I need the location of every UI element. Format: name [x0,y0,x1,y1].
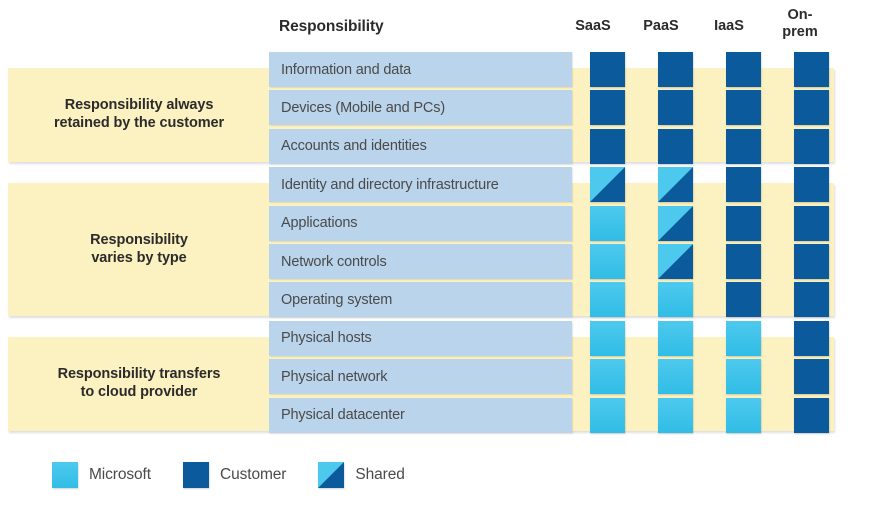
cell-customer [658,128,693,164]
group-label-line1: Responsibility always [64,97,214,113]
legend-swatch-shared-icon [318,462,345,488]
group-label-transfers-to-provider: Responsibility transfers to cloud provid… [14,365,264,401]
cell-microsoft [726,320,761,356]
table-row: Network controls [269,244,572,279]
column-header-saas: SaaS [573,18,613,35]
cell-customer [658,52,693,87]
group-label-line2: retained by the customer [53,115,225,131]
cell-shared [590,167,625,203]
cell-customer [726,244,761,279]
cell-customer [726,90,761,126]
row-label: Applications [281,215,358,232]
table-row: Devices (Mobile and PCs) [269,90,572,126]
table-row: Identity and directory infrastructure [269,167,572,203]
cell-customer [794,90,829,126]
legend: Microsoft Customer Shared [52,462,437,488]
column-header-onprem: On- prem [777,7,823,41]
cell-shared [658,244,693,279]
cell-microsoft [726,397,761,433]
cell-microsoft [590,244,625,279]
cell-shared [658,205,693,241]
cell-customer [794,128,829,164]
cell-customer [794,320,829,356]
cell-microsoft [590,397,625,433]
table-row: Operating system [269,282,572,318]
cell-microsoft [658,397,693,433]
cell-customer [794,359,829,395]
group-label-line2: to cloud provider [80,384,198,400]
group-label-line2: varies by type [91,250,187,266]
shared-responsibility-diagram: Responsibility SaaS PaaS IaaS On- prem R… [0,0,880,514]
column-header-iaas-line1: IaaS [714,18,744,34]
column-header-onprem-line2: prem [782,24,818,40]
cell-microsoft [658,359,693,395]
group-label-retained-by-customer: Responsibility always retained by the cu… [14,96,264,132]
cell-customer [794,167,829,203]
cell-shared [658,167,693,203]
cell-customer [590,52,625,87]
row-label: Operating system [281,291,393,308]
cell-customer [794,244,829,279]
column-header-paas-line1: PaaS [643,18,679,34]
legend-item-microsoft: Microsoft [52,462,151,488]
column-header-saas-line1: SaaS [575,18,611,34]
group-label-line1: Responsibility [90,232,188,248]
cell-customer [726,205,761,241]
table-row: Physical network [269,359,572,395]
legend-item-shared: Shared [318,462,405,488]
cell-microsoft [590,320,625,356]
row-label: Information and data [281,61,412,78]
row-label: Devices (Mobile and PCs) [281,99,446,116]
legend-label-shared: Shared [355,466,405,483]
table-row: Physical datacenter [269,397,572,433]
legend-label-customer: Customer [219,466,287,483]
cell-customer [726,128,761,164]
legend-item-customer: Customer [182,462,287,488]
cell-customer [794,205,829,241]
cell-customer [726,282,761,318]
group-label-varies-by-type: Responsibility varies by type [14,231,264,267]
table-row: Physical hosts [269,320,572,356]
row-label: Accounts and identities [281,138,427,155]
table-row: Information and data [269,52,572,87]
row-label: Physical datacenter [281,407,405,424]
legend-swatch-microsoft-icon [52,462,78,488]
cell-customer [726,52,761,87]
cell-microsoft [590,205,625,241]
cell-customer [590,128,625,164]
cell-microsoft [658,282,693,318]
cell-customer [794,397,829,433]
row-label: Network controls [281,253,387,270]
group-label-line1: Responsibility transfers [57,366,221,382]
cell-microsoft [590,282,625,318]
cell-customer [794,282,829,318]
cell-customer [726,167,761,203]
column-header-onprem-line1: On- [787,7,813,23]
row-label: Physical network [281,368,388,385]
table-row: Applications [269,205,572,241]
row-label: Identity and directory infrastructure [281,176,499,193]
column-header-iaas: IaaS [709,18,749,35]
legend-label-microsoft: Microsoft [89,466,151,483]
cell-customer [794,52,829,87]
column-header-paas: PaaS [641,18,681,35]
cell-microsoft [726,359,761,395]
table-row: Accounts and identities [269,128,572,164]
cell-customer [658,90,693,126]
cell-microsoft [658,320,693,356]
responsibility-column-header: Responsibility [279,18,384,35]
cell-microsoft [590,359,625,395]
row-label: Physical hosts [281,330,372,347]
legend-swatch-customer-icon [182,462,209,488]
cell-customer [590,90,625,126]
